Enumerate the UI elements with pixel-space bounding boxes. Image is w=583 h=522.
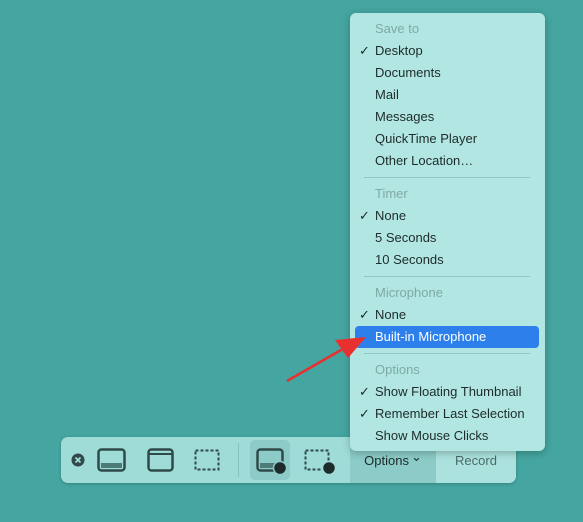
arrow-shaft [286,344,349,383]
arrow-head-icon [335,337,366,358]
red-arrow-annotation [286,337,366,383]
